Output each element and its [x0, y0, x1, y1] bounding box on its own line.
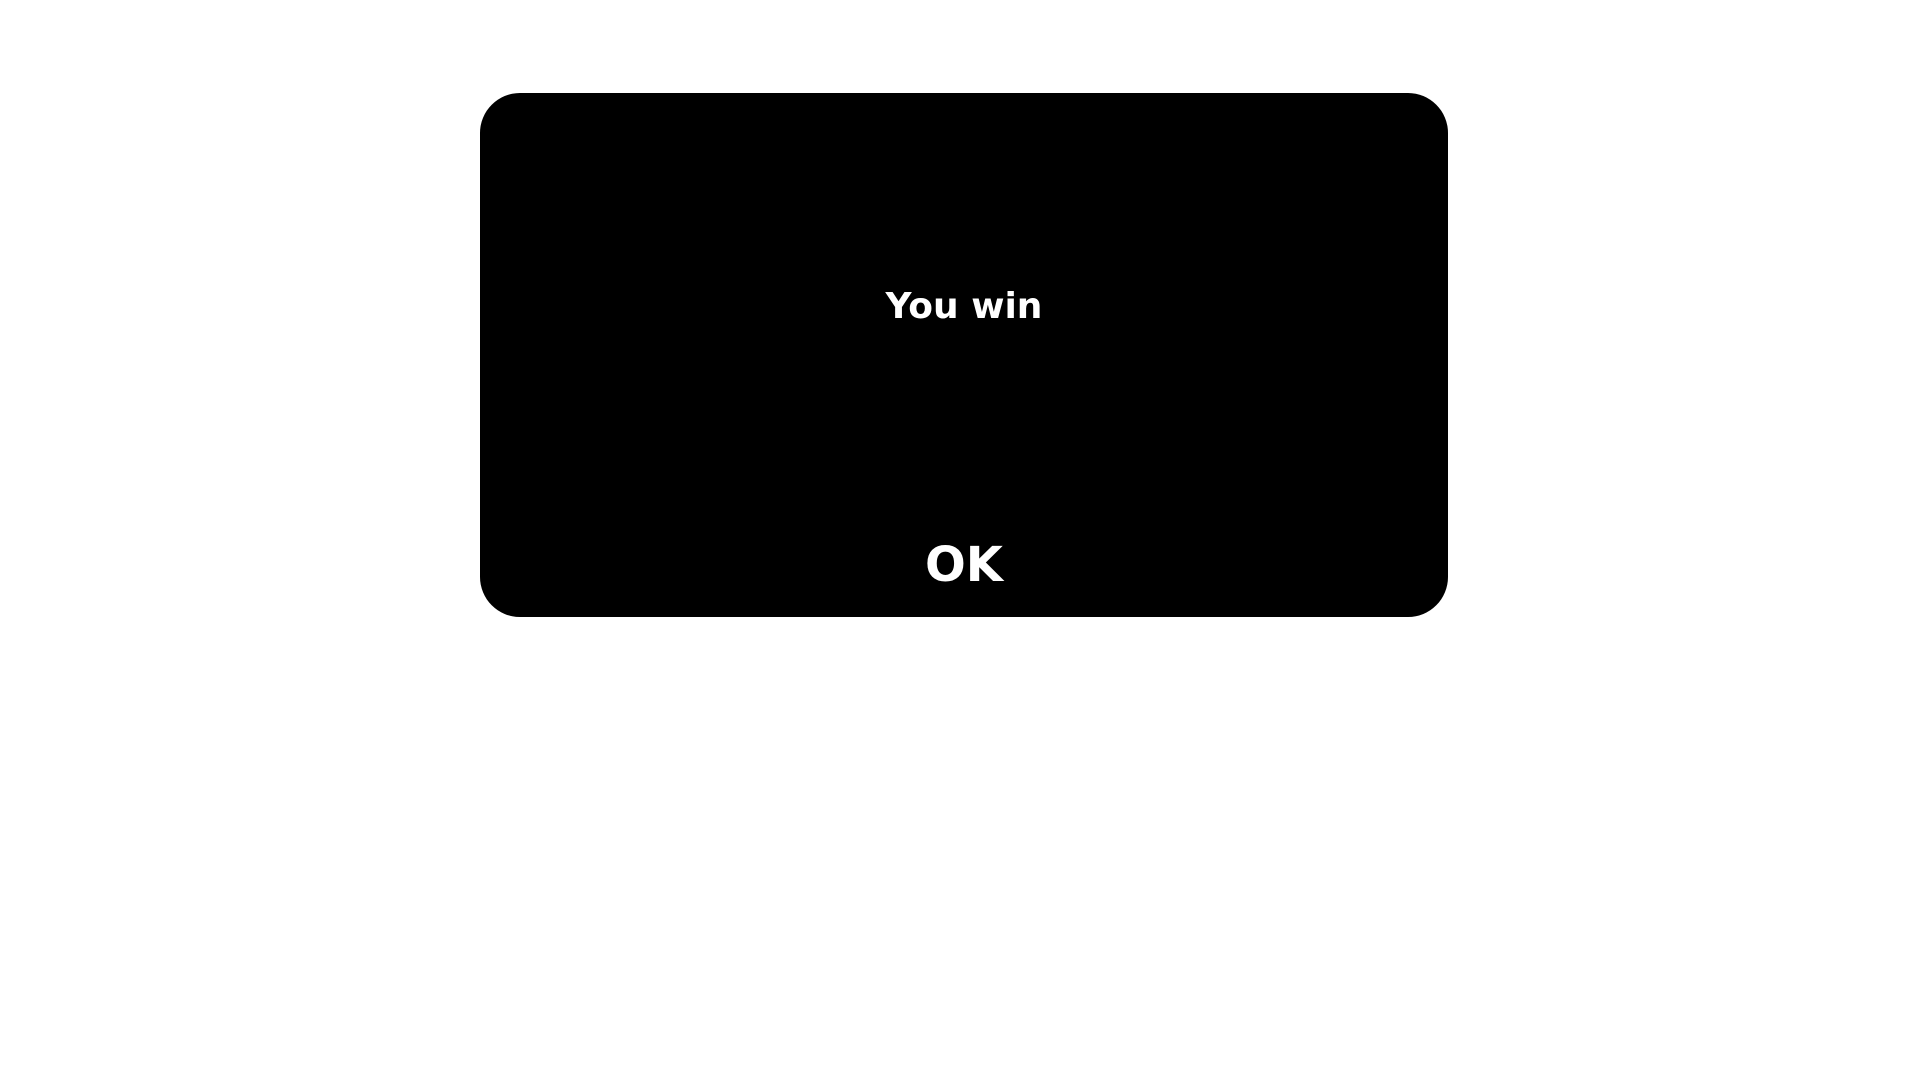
result-dialog: You win OK — [480, 93, 1448, 617]
ok-button[interactable]: OK — [913, 537, 1015, 593]
win-message: You win — [885, 286, 1043, 327]
